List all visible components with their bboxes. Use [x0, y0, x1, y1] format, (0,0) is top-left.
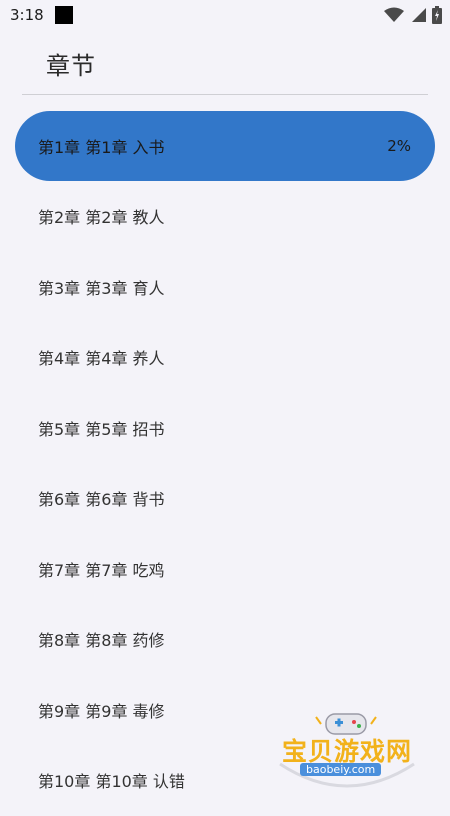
chapter-label: 第7章 第7章 吃鸡 — [38, 560, 165, 580]
chapter-label: 第9章 第9章 毒修 — [38, 701, 165, 721]
status-bar: 3:18 — [0, 0, 450, 30]
chapter-label: 第10章 第10章 认错 — [38, 772, 185, 792]
chapter-label: 第6章 第6章 背书 — [38, 490, 165, 510]
chapter-label: 第4章 第4章 养人 — [38, 349, 165, 369]
chapter-label: 第1章 第1章 入书 — [38, 138, 165, 157]
chapter-progress: 2% — [387, 137, 411, 155]
chapter-label: 第8章 第8章 药修 — [38, 631, 165, 651]
chapter-item-1[interactable]: 第1章 第1章 入书 2% — [15, 111, 435, 181]
wifi-icon — [384, 7, 404, 22]
chapter-item-5[interactable]: 第5章 第5章 招书 — [0, 393, 450, 464]
chapter-item-4[interactable]: 第4章 第4章 养人 — [0, 322, 450, 393]
watermark: 宝贝游戏网 baobeiy.com — [272, 712, 422, 800]
chapter-item-7[interactable]: 第7章 第7章 吃鸡 — [0, 534, 450, 605]
watermark-url: baobeiy.com — [300, 763, 382, 776]
chapter-list: 第1章 第1章 入书 2% 第2章 第2章 教人 第3章 第3章 育人 第4章 … — [0, 111, 450, 816]
chapter-label: 第3章 第3章 育人 — [38, 278, 165, 298]
chapter-label: 第5章 第5章 招书 — [38, 419, 165, 439]
chapter-label: 第2章 第2章 教人 — [38, 208, 165, 228]
battery-icon — [432, 6, 442, 24]
signal-icon — [412, 8, 426, 22]
status-time: 3:18 — [10, 6, 44, 24]
chapter-item-8[interactable]: 第8章 第8章 药修 — [0, 604, 450, 675]
chapter-item-2[interactable]: 第2章 第2章 教人 — [0, 181, 450, 252]
header: 章节 — [22, 30, 428, 95]
chapter-item-6[interactable]: 第6章 第6章 背书 — [0, 463, 450, 534]
notification-icon — [55, 6, 73, 24]
status-icons — [384, 6, 442, 24]
page-title: 章节 — [46, 52, 96, 80]
chapter-item-3[interactable]: 第3章 第3章 育人 — [0, 252, 450, 323]
